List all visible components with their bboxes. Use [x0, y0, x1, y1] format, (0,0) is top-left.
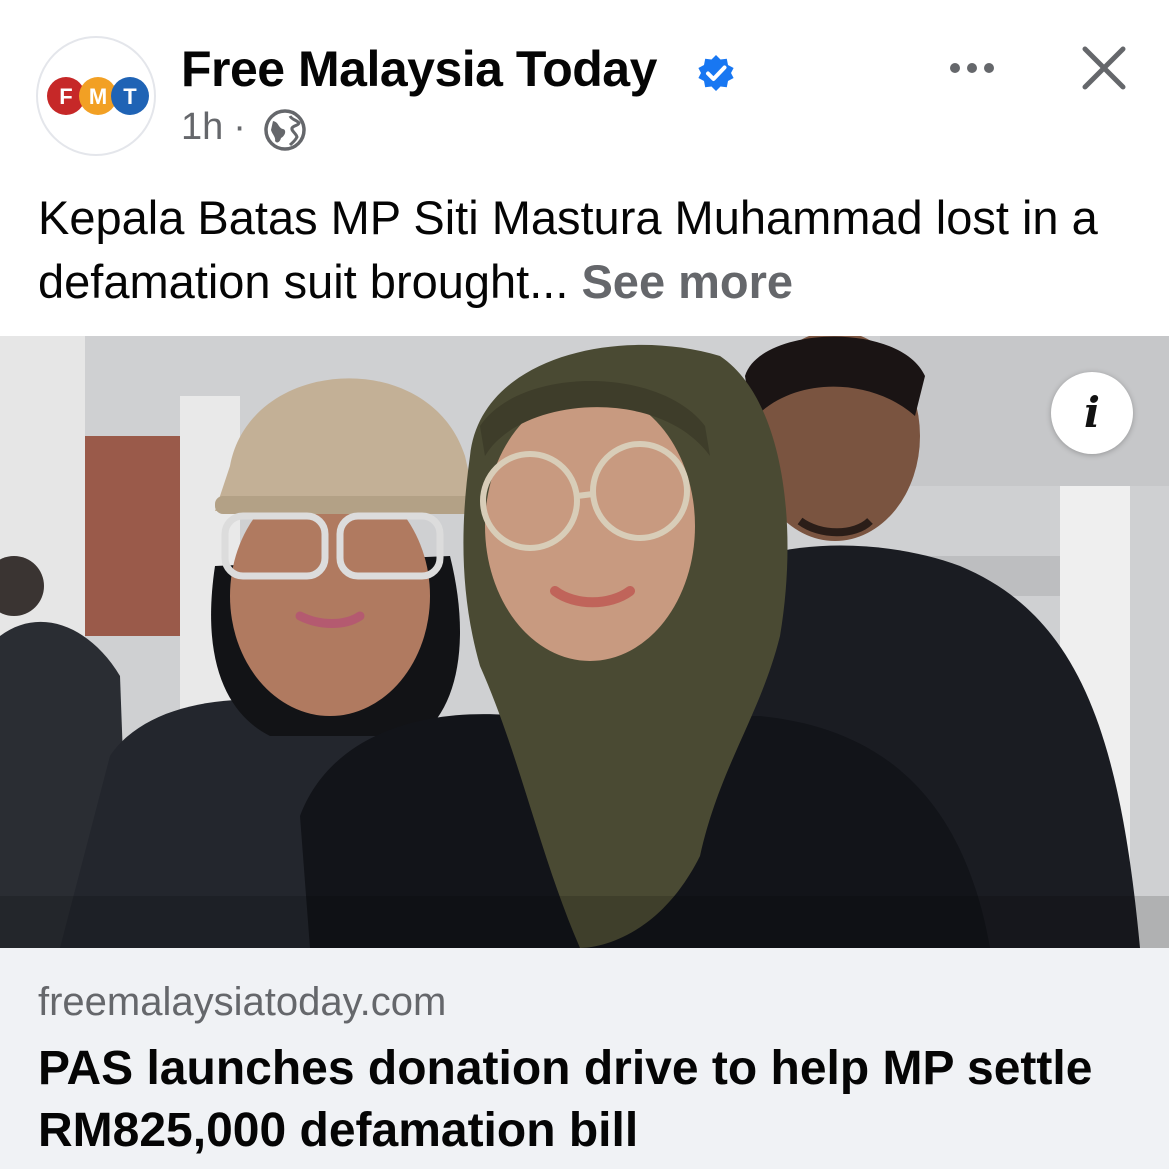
info-icon: i: [1084, 388, 1100, 437]
news-photo: [0, 336, 1169, 948]
close-icon: [1082, 46, 1126, 90]
fmt-logo: F M T: [47, 77, 149, 115]
post-image[interactable]: [0, 336, 1169, 948]
info-button[interactable]: i: [1051, 372, 1133, 454]
caption-text: Kepala Batas MP Siti Mastura Muhammad lo…: [38, 191, 1098, 308]
meta-separator: ·: [233, 106, 246, 148]
more-options-icon: [950, 63, 994, 73]
logo-letter-m: M: [89, 84, 107, 109]
logo-letter-t: T: [123, 84, 137, 109]
post-timestamp[interactable]: 1h: [181, 106, 223, 148]
link-domain[interactable]: freemalaysiatoday.com: [38, 980, 446, 1025]
logo-letter-f: F: [59, 84, 72, 109]
post-header: F M T Free Malaysia Today 1h ·: [0, 0, 1169, 175]
globe-icon: [264, 109, 306, 151]
post-meta: 1h ·: [181, 106, 256, 149]
link-headline[interactable]: PAS launches donation drive to help MP s…: [38, 1038, 1138, 1162]
more-options-button[interactable]: [942, 48, 1002, 88]
page-avatar[interactable]: F M T: [36, 36, 156, 156]
page-name[interactable]: Free Malaysia Today: [181, 40, 657, 98]
close-button[interactable]: [1074, 38, 1134, 98]
see-more-link[interactable]: See more: [581, 255, 793, 308]
post-caption: Kepala Batas MP Siti Mastura Muhammad lo…: [38, 186, 1138, 314]
verified-badge-icon: [698, 55, 734, 91]
